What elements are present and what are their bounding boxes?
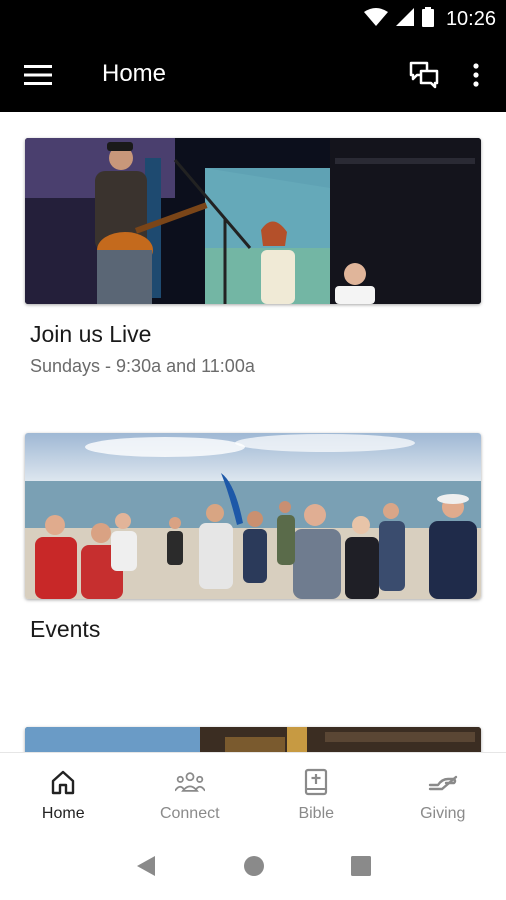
menu-icon[interactable] — [18, 57, 58, 93]
card-subtitle: Sundays - 9:30a and 11:00a — [30, 356, 255, 376]
nav-giving[interactable]: Giving — [380, 753, 506, 836]
card-join-live[interactable]: Join us Live Sundays - 9:30a and 11:00a — [25, 138, 481, 377]
system-navigation-bar — [0, 836, 506, 900]
card-events[interactable]: Events — [25, 433, 481, 643]
nav-connect[interactable]: Connect — [127, 753, 254, 836]
recents-icon[interactable] — [351, 855, 371, 881]
nav-label-connect: Connect — [159, 805, 220, 822]
content-feed[interactable]: Join us Live Sundays - 9:30a and 11:00a — [0, 112, 506, 752]
bible-icon — [301, 767, 331, 797]
nav-label-giving: Giving — [420, 805, 466, 822]
giving-hand-icon — [428, 767, 458, 797]
people-icon — [174, 767, 205, 797]
card-image-beach-event — [25, 433, 481, 599]
status-time: 10:26 — [445, 7, 496, 30]
home-circle-icon[interactable] — [243, 855, 265, 882]
signal-icon — [395, 7, 414, 31]
back-icon[interactable] — [135, 854, 157, 883]
app-bar: Home — [0, 38, 506, 112]
more-options-icon[interactable] — [458, 57, 494, 93]
card-image-worship — [25, 138, 481, 304]
nav-home[interactable]: Home — [0, 753, 127, 836]
chat-icon[interactable] — [404, 57, 444, 93]
battery-icon — [421, 6, 434, 32]
bottom-navigation: Home Connect Bible Giving — [0, 752, 506, 836]
status-icons: 10:26 — [363, 6, 496, 32]
card-title: Join us Live — [30, 321, 152, 347]
nav-bible[interactable]: Bible — [253, 753, 380, 836]
card-partial[interactable] — [25, 727, 481, 752]
nav-label-home: Home — [41, 805, 85, 822]
home-icon — [48, 767, 78, 797]
wifi-icon — [363, 7, 388, 31]
nav-label-bible: Bible — [298, 805, 335, 822]
card-image-partial — [25, 727, 481, 752]
card-title: Events — [30, 616, 101, 642]
status-bar: 10:26 — [0, 0, 506, 38]
page-title: Home — [102, 60, 167, 87]
